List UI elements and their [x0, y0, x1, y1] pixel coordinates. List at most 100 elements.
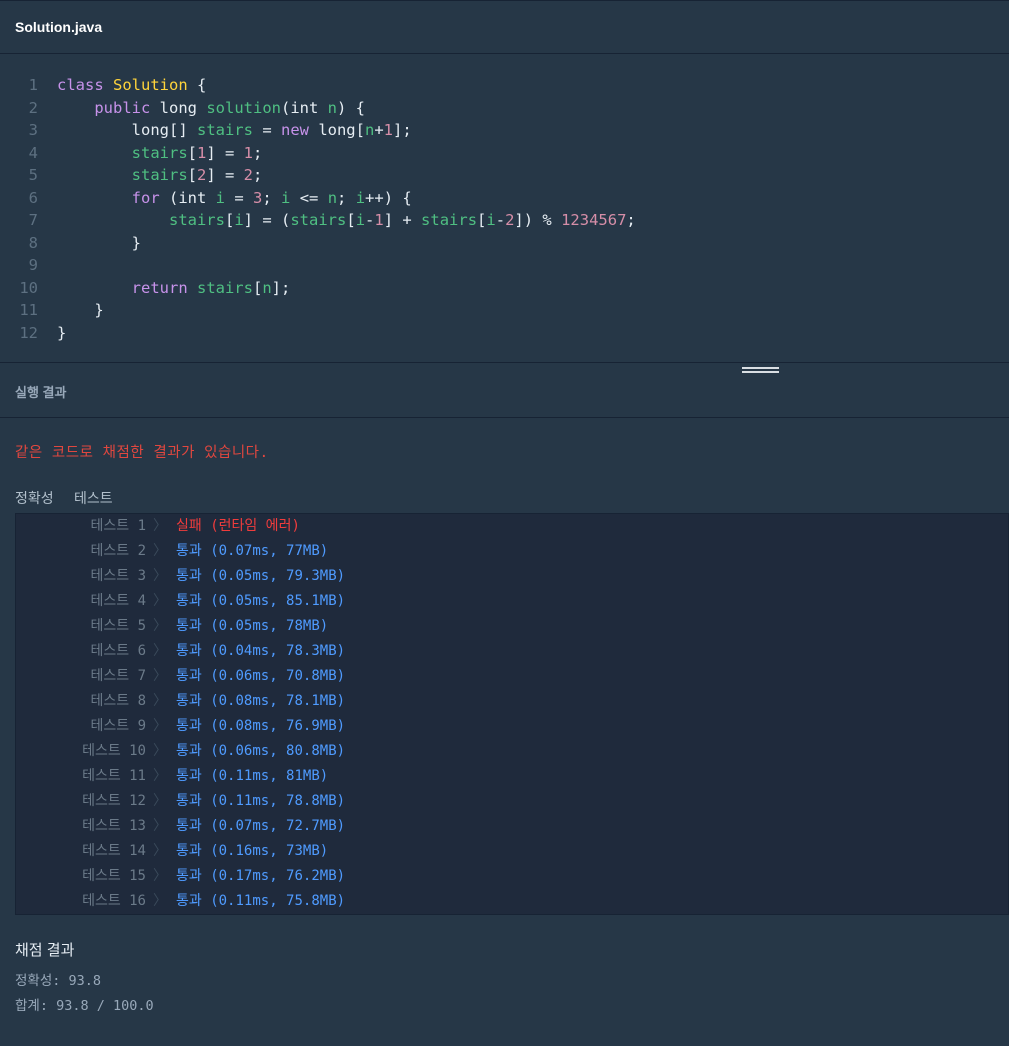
test-row: 테스트 4 〉 통과 (0.05ms, 85.1MB)	[16, 589, 1009, 614]
test-name: 테스트 1	[90, 518, 147, 534]
file-name: Solution.java	[15, 19, 103, 35]
test-result: 통과 (0.11ms, 75.8MB)	[176, 893, 346, 909]
test-result: 통과 (0.07ms, 72.7MB)	[176, 818, 346, 834]
test-row: 테스트 10 〉 통과 (0.06ms, 80.8MB)	[16, 739, 1009, 764]
chevron-right-icon: 〉	[153, 843, 167, 859]
code-token: long	[159, 98, 207, 117]
file-tab[interactable]: Solution.java	[0, 0, 1009, 54]
code-token: Solution	[113, 76, 188, 94]
code-token: ;	[253, 143, 263, 162]
code-token: int	[290, 98, 328, 117]
test-name: 테스트 9	[90, 718, 147, 734]
test-name: 테스트 16	[82, 893, 146, 909]
code-token: =	[225, 188, 253, 207]
code-token: ] =	[206, 143, 244, 162]
code-token: new	[280, 121, 319, 139]
code-token: 1	[374, 211, 384, 229]
line-number: 9	[28, 256, 38, 274]
code-token: ;	[262, 188, 282, 207]
code-text: stairs[2] = 2;	[57, 164, 263, 186]
code-editor[interactable]: 1 class Solution {2 public long solution(…	[0, 54, 1009, 363]
test-row: 테스트 11 〉 통과 (0.11ms, 81MB)	[16, 764, 1009, 789]
test-result: 통과 (0.06ms, 70.8MB)	[176, 668, 346, 684]
test-result: 통과 (0.11ms, 78.8MB)	[176, 793, 346, 809]
code-token: ;	[626, 211, 636, 229]
code-token: <=	[290, 188, 328, 207]
code-token: i	[215, 188, 225, 207]
chevron-right-icon: 〉	[153, 593, 167, 609]
code-line[interactable]: 5 stairs[2] = 2;	[0, 164, 1009, 186]
test-result: 통과 (0.08ms, 76.9MB)	[176, 718, 346, 734]
test-result: 통과 (0.17ms, 76.2MB)	[176, 868, 346, 884]
code-line[interactable]: 1 class Solution {	[0, 74, 1009, 96]
chevron-right-icon: 〉	[153, 668, 167, 684]
line-number: 7	[28, 211, 38, 229]
chevron-right-icon: 〉	[153, 643, 167, 659]
code-token: n	[364, 121, 375, 139]
code-token: (	[280, 98, 291, 117]
test-results-panel: 테스트 1 〉 실패 (런타임 에러) 테스트 2 〉 통과 (0.07ms, 77MB)…	[15, 513, 1009, 915]
code-token: -	[495, 211, 506, 229]
test-row: 테스트 6 〉 통과 (0.04ms, 78.3MB)	[16, 639, 1009, 664]
resize-handle-icon[interactable]	[742, 367, 779, 377]
code-token: {	[187, 76, 207, 94]
code-line[interactable]: 11 }	[0, 299, 1009, 321]
test-row: 테스트 8 〉 통과 (0.08ms, 78.1MB)	[16, 689, 1009, 714]
code-line[interactable]: 9	[0, 254, 1009, 276]
code-line[interactable]: 3 long[] stairs = new long[n+1];	[0, 119, 1009, 141]
test-name: 테스트 3	[90, 568, 147, 584]
code-token: [	[187, 143, 197, 162]
code-text: public long solution(int n) {	[57, 97, 365, 119]
line-number: 2	[28, 98, 38, 117]
test-name: 테스트 15	[82, 868, 146, 884]
chevron-right-icon: 〉	[153, 718, 167, 734]
chevron-right-icon: 〉	[153, 543, 167, 559]
chevron-right-icon: 〉	[153, 818, 167, 834]
code-line[interactable]: 4 stairs[1] = 1;	[0, 142, 1009, 164]
chevron-right-icon: 〉	[153, 693, 167, 709]
code-token: stairs	[196, 121, 253, 139]
code-token: ];	[393, 121, 412, 139]
chevron-right-icon: 〉	[153, 793, 167, 809]
test-name: 테스트 7	[90, 668, 147, 684]
result-title: 실행 결과	[15, 385, 67, 400]
result-header: 실행 결과	[0, 363, 1009, 418]
test-label: 테스트	[74, 490, 113, 506]
code-token: i	[281, 188, 291, 207]
test-name: 테스트 4	[90, 593, 147, 609]
test-result: 통과 (0.05ms, 85.1MB)	[176, 593, 346, 609]
code-text: }	[57, 232, 141, 254]
code-token: 1	[197, 143, 207, 162]
test-row: 테스트 5 〉 통과 (0.05ms, 78MB)	[16, 614, 1009, 639]
line-number: 10	[19, 278, 38, 297]
code-token: long[]	[57, 121, 197, 139]
code-token: +	[374, 121, 384, 139]
code-token: solution	[206, 98, 281, 117]
test-row: 테스트 15 〉 통과 (0.17ms, 76.2MB)	[16, 864, 1009, 889]
line-number: 1	[28, 76, 38, 94]
accuracy-test-label: 정확성	[15, 490, 54, 506]
line-number: 8	[28, 233, 38, 252]
code-line[interactable]: 8 }	[0, 232, 1009, 254]
chevron-right-icon: 〉	[153, 893, 167, 909]
code-token: [	[187, 166, 197, 184]
code-token: [	[224, 211, 235, 229]
test-name: 테스트 8	[90, 693, 147, 709]
code-line[interactable]: 10 return stairs[n];	[0, 277, 1009, 299]
code-token: i	[234, 211, 244, 229]
code-token: 2	[243, 166, 254, 184]
test-row: 테스트 14 〉 통과 (0.16ms, 73MB)	[16, 839, 1009, 864]
code-line[interactable]: 2 public long solution(int n) {	[0, 97, 1009, 119]
code-token: ] +	[383, 211, 422, 229]
code-text: }	[57, 299, 103, 321]
code-line[interactable]: 7 stairs[i] = (stairs[i-1] + stairs[i-2]…	[0, 209, 1009, 231]
code-token: 2	[197, 166, 207, 184]
line-number: 11	[19, 301, 38, 319]
code-line[interactable]: 6 for (int i = 3; i <= n; i++) {	[0, 187, 1009, 209]
code-token: stairs	[421, 211, 478, 229]
code-line[interactable]: 12}	[0, 322, 1009, 344]
code-token: ;	[337, 188, 356, 207]
grading-result-title: 채점 결과	[15, 942, 75, 959]
code-text: class Solution {	[57, 74, 206, 96]
